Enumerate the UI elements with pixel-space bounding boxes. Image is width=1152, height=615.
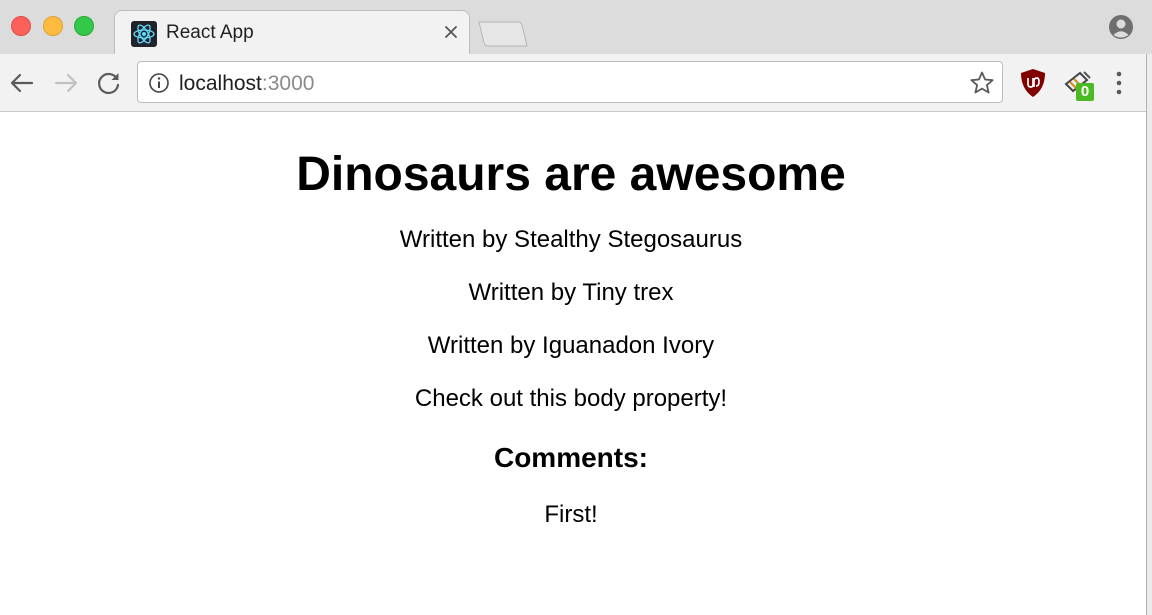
new-tab-button[interactable] — [478, 20, 528, 48]
background-window-edge — [1146, 54, 1152, 615]
url-text: localhost:3000 — [179, 72, 314, 96]
info-icon[interactable] — [148, 72, 170, 94]
app-root: Dinosaurs are awesome Written by Stealth… — [0, 148, 1142, 529]
comment-item: First! — [544, 501, 598, 528]
comments-heading: Comments: — [493, 442, 648, 473]
close-window-button[interactable] — [11, 16, 31, 36]
page-viewport: Dinosaurs are awesome Written by Stealth… — [0, 112, 1146, 615]
post-author: Written by Iguanadon Ivory — [427, 332, 715, 359]
browser-tab-strip: React App — [0, 0, 1152, 55]
more-vert-icon[interactable] — [1109, 69, 1129, 97]
post-author: Written by Stealthy Stegosaurus — [399, 226, 743, 253]
react-icon — [131, 21, 157, 47]
post-author: Written by Tiny trex — [468, 279, 674, 306]
close-tab-icon[interactable] — [440, 21, 462, 43]
url-host: localhost — [179, 72, 262, 95]
back-arrow-icon[interactable] — [7, 68, 37, 98]
ublock-extension-icon[interactable] — [1020, 68, 1046, 98]
browser-toolbar: localhost:3000 0 — [0, 54, 1152, 112]
profile-icon[interactable] — [1107, 13, 1135, 41]
minimize-window-button[interactable] — [43, 16, 63, 36]
url-port: :3000 — [261, 72, 315, 95]
forward-arrow-icon[interactable] — [51, 68, 81, 98]
extension-badge: 0 — [1076, 83, 1094, 101]
reload-icon[interactable] — [94, 68, 124, 98]
bookmark-star-icon[interactable] — [969, 70, 995, 96]
page-title: Dinosaurs are awesome — [296, 148, 846, 201]
address-bar[interactable]: localhost:3000 — [137, 61, 1003, 103]
post-body: Check out this body property! — [414, 385, 728, 412]
tab-title: React App — [166, 22, 254, 43]
tab-react-app[interactable]: React App — [114, 10, 470, 55]
zoom-window-button[interactable] — [74, 16, 94, 36]
